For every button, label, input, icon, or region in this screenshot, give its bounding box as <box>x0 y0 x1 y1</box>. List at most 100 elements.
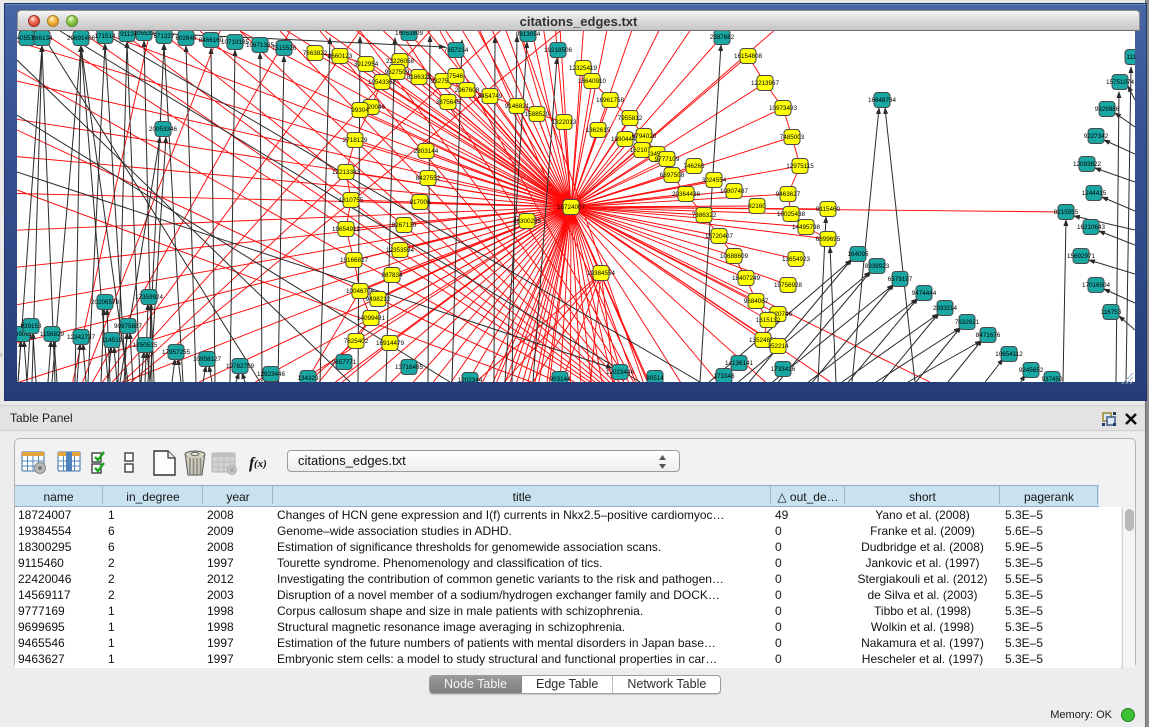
svg-text:7632621: 7632621 <box>955 319 980 326</box>
svg-text:19218506: 19218506 <box>544 47 573 54</box>
svg-text:1156829: 1156829 <box>40 331 65 338</box>
svg-text:12093822: 12093822 <box>1073 161 1102 168</box>
svg-text:12975115: 12975115 <box>786 163 814 170</box>
svg-text:17359924: 17359924 <box>135 294 164 301</box>
svg-text:9329986: 9329986 <box>1095 106 1120 113</box>
svg-text:171514: 171514 <box>94 33 116 40</box>
svg-text:20364436: 20364436 <box>672 191 701 198</box>
svg-text:15692971: 15692971 <box>1067 253 1096 260</box>
svg-text:1202344: 1202344 <box>458 377 483 382</box>
svg-text:986134: 986134 <box>31 35 53 42</box>
svg-text:17957255: 17957255 <box>162 349 191 356</box>
svg-text:9498212: 9498212 <box>366 296 391 303</box>
svg-text:1733416: 1733416 <box>771 366 796 373</box>
svg-text:134323: 134323 <box>297 375 319 382</box>
svg-text:917006: 917006 <box>409 199 431 206</box>
svg-text:2718129: 2718129 <box>343 137 368 144</box>
svg-text:116753: 116753 <box>1101 309 1122 316</box>
svg-text:9146821: 9146821 <box>505 103 530 110</box>
svg-text:19654912: 19654912 <box>332 226 361 233</box>
svg-text:7546: 7546 <box>449 73 464 80</box>
svg-text:6379197: 6379197 <box>888 276 913 283</box>
svg-text:9684067: 9684067 <box>744 298 769 305</box>
svg-text:12342737: 12342737 <box>67 334 96 341</box>
svg-text:10543362: 10543362 <box>368 79 397 86</box>
svg-text:9113: 9113 <box>120 31 134 38</box>
svg-text:3912954: 3912954 <box>354 61 379 68</box>
svg-text:10782759: 10782759 <box>226 363 255 370</box>
svg-text:114519: 114519 <box>102 337 123 344</box>
svg-text:14099481: 14099481 <box>357 315 386 322</box>
svg-text:8427552: 8427552 <box>416 175 441 182</box>
svg-text:2803144: 2803144 <box>414 148 439 155</box>
svg-text:671327: 671327 <box>153 33 175 40</box>
svg-text:12923446: 12923446 <box>257 371 286 378</box>
svg-text:12213383: 12213383 <box>332 169 361 176</box>
svg-text:6897508: 6897508 <box>660 172 685 179</box>
svg-text:15751074: 15751074 <box>1106 79 1135 86</box>
svg-text:8813054: 8813054 <box>516 31 541 38</box>
svg-text:10025438: 10025438 <box>777 211 806 218</box>
svg-text:9474444: 9474444 <box>912 290 937 297</box>
svg-text:352214: 352214 <box>767 343 789 350</box>
svg-text:3024554: 3024554 <box>702 177 727 184</box>
svg-text:16961758: 16961758 <box>596 97 625 104</box>
svg-text:18724007: 18724007 <box>557 204 586 211</box>
svg-text:16640910: 16640910 <box>578 78 607 85</box>
svg-text:602846: 602846 <box>175 35 197 42</box>
svg-text:12353594: 12353594 <box>386 247 415 254</box>
svg-text:13654923: 13654923 <box>782 256 811 263</box>
svg-text:17016504: 17016504 <box>1082 282 1111 289</box>
svg-text:1810755: 1810755 <box>339 197 364 204</box>
svg-text:16648784: 16648784 <box>868 97 897 104</box>
svg-text:937450: 937450 <box>1041 376 1063 382</box>
svg-text:164095: 164095 <box>847 251 869 258</box>
svg-text:90975887: 90975887 <box>114 323 143 330</box>
svg-text:7515526: 7515526 <box>272 45 297 52</box>
svg-text:16053809: 16053809 <box>395 31 424 37</box>
svg-text:7625402: 7625402 <box>344 338 369 345</box>
svg-text:8215955: 8215955 <box>1054 209 1079 216</box>
svg-text:(x): (x) <box>254 458 267 470</box>
svg-text:9245652: 9245652 <box>1019 367 1044 374</box>
svg-text:10671385: 10671385 <box>246 42 275 49</box>
svg-text:16914479: 16914479 <box>376 340 405 347</box>
svg-text:10973493: 10973493 <box>769 105 798 112</box>
svg-text:9657771: 9657771 <box>332 359 357 366</box>
svg-text:7955812: 7955812 <box>618 115 643 122</box>
svg-text:2387682: 2387682 <box>710 34 735 41</box>
svg-text:20206578: 20206578 <box>91 299 120 306</box>
svg-text:105532: 105532 <box>133 31 155 37</box>
svg-text:90514: 90514 <box>646 375 664 382</box>
svg-text:887834: 887834 <box>381 272 403 279</box>
svg-text:15720407: 15720407 <box>705 233 734 240</box>
svg-text:8938923: 8938923 <box>865 263 890 270</box>
svg-text:3875645: 3875645 <box>436 99 461 106</box>
svg-text:9777109: 9777109 <box>655 156 680 163</box>
svg-text:1322013: 1322013 <box>552 119 577 126</box>
svg-text:99304: 99304 <box>351 107 369 114</box>
svg-text:12325419: 12325419 <box>569 65 598 72</box>
svg-text:2967608: 2967608 <box>455 87 480 94</box>
svg-text:6899695: 6899695 <box>816 236 841 243</box>
svg-text:173346: 173346 <box>713 373 735 380</box>
svg-text:12023446: 12023446 <box>606 369 635 376</box>
svg-text:19384554: 19384554 <box>587 270 616 277</box>
svg-text:18300295: 18300295 <box>513 218 542 225</box>
svg-text:10958127: 10958127 <box>193 356 222 363</box>
svg-text:14136141: 14136141 <box>725 360 754 367</box>
svg-text:18407249: 18407249 <box>732 275 761 282</box>
svg-text:7857234: 7857234 <box>444 47 469 54</box>
svg-text:9463627: 9463627 <box>776 191 801 198</box>
svg-text:8454749: 8454749 <box>478 93 503 100</box>
svg-text:19166827: 19166827 <box>340 257 369 264</box>
svg-text:16154808: 16154808 <box>734 53 763 60</box>
svg-text:2933114: 2933114 <box>933 305 958 312</box>
svg-text:8267130: 8267130 <box>392 222 417 229</box>
svg-text:14495798: 14495798 <box>792 224 821 231</box>
svg-text:1244415: 1244415 <box>1082 190 1107 197</box>
svg-text:13716485: 13716485 <box>395 364 424 371</box>
svg-text:1588520: 1588520 <box>525 111 550 118</box>
svg-text:10807487: 10807487 <box>720 188 749 195</box>
svg-text:10654112: 10654112 <box>995 351 1023 358</box>
